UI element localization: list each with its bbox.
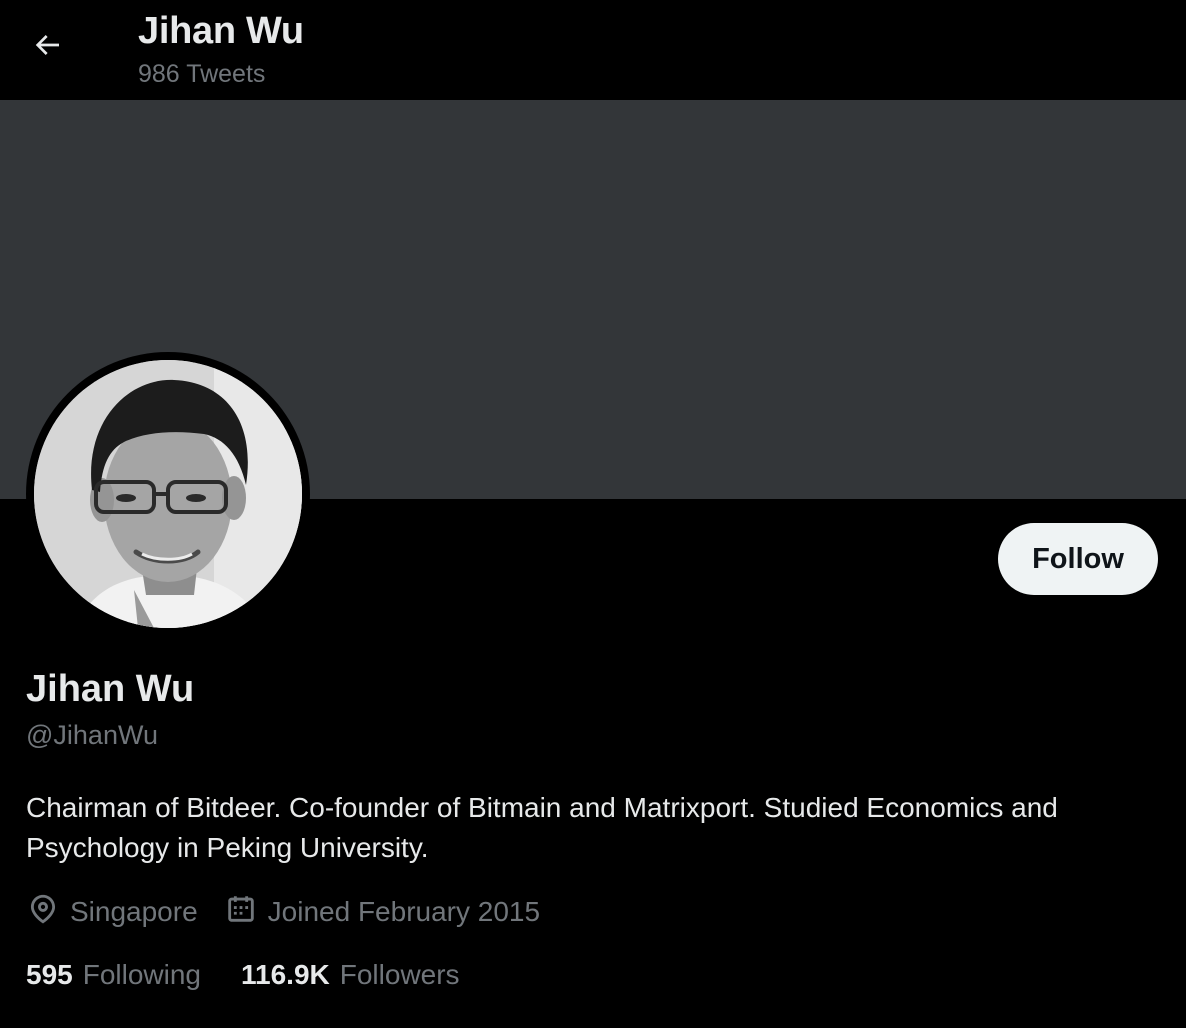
followers-count: 116.9K: [241, 959, 330, 990]
location-item: Singapore: [26, 892, 198, 933]
location-pin-icon: [26, 892, 70, 933]
joined-item: Joined February 2015: [224, 892, 540, 933]
profile-meta: Singapore Joined February 2015: [26, 890, 566, 934]
following-link[interactable]: 595 Following: [26, 959, 201, 991]
avatar-border: [26, 352, 310, 636]
header-title: Jihan Wu: [138, 10, 304, 52]
calendar-icon: [224, 892, 268, 933]
tweet-count: 986 Tweets: [138, 60, 266, 88]
following-label: Following: [82, 959, 201, 990]
following-count: 595: [26, 959, 73, 990]
profile-bio: Chairman of Bitdeer. Co-founder of Bitma…: [26, 792, 1058, 863]
followers-label: Followers: [339, 959, 460, 990]
follow-button[interactable]: Follow: [998, 523, 1158, 595]
profile-handle: @JihanWu: [26, 720, 158, 750]
profile-stats: 595 Following 116.9K Followers: [26, 955, 500, 995]
avatar[interactable]: [34, 360, 302, 628]
back-button[interactable]: [22, 22, 72, 72]
profile-header: Jihan Wu 986 Tweets: [0, 0, 1186, 100]
followers-link[interactable]: 116.9K Followers: [241, 959, 460, 991]
profile-name: Jihan Wu: [26, 668, 195, 710]
location-text: Singapore: [70, 896, 198, 927]
joined-text: Joined February 2015: [267, 896, 541, 927]
arrow-left-icon: [31, 29, 63, 66]
